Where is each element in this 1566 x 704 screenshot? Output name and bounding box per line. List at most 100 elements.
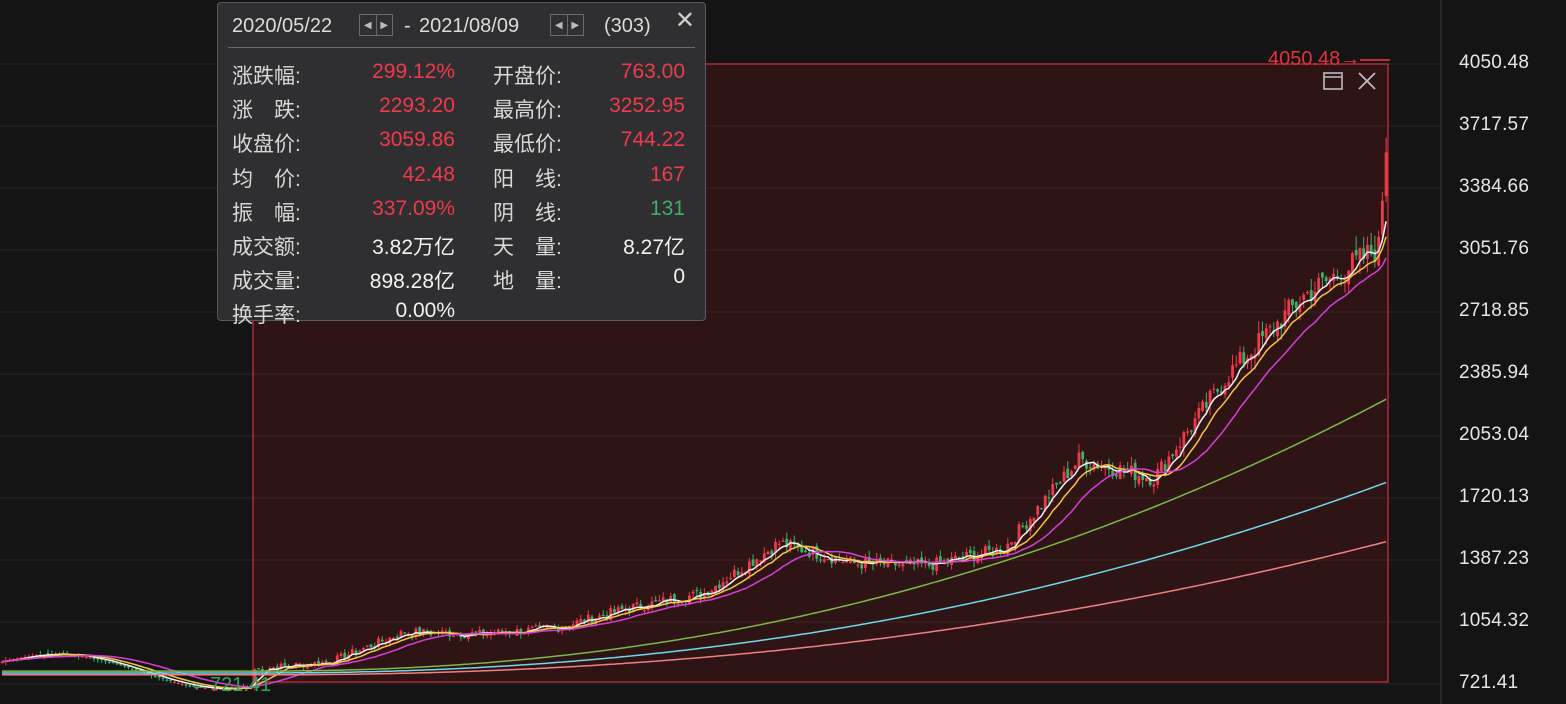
candle-body: [92, 657, 96, 660]
candle-body: [283, 662, 287, 666]
candle-body: [107, 661, 111, 664]
stat-value: 3.82万亿: [372, 236, 455, 259]
y-tick-label: 1387.23: [1459, 548, 1530, 569]
candle-body: [395, 636, 399, 639]
candle-body: [1354, 250, 1358, 256]
candle-body: [804, 550, 807, 553]
candle-body: [173, 681, 176, 684]
candle-body: [676, 603, 680, 605]
y-tick-label: 3384.66: [1459, 176, 1530, 197]
candle-body: [534, 625, 538, 627]
stat-row: 均 价: 42.48 阳 线: 167: [218, 163, 705, 193]
candle-body: [1152, 484, 1156, 487]
candle-body: [1261, 331, 1264, 337]
y-tick-label: 2718.85: [1459, 300, 1530, 321]
candle-body: [747, 561, 751, 575]
stat-row: 涨跌幅: 299.12% 开盘价: 763.00: [218, 60, 705, 90]
stat-label: 开盘价:: [493, 65, 562, 88]
stat-value: 0: [673, 265, 685, 289]
high-price-value: 4050.48: [1268, 48, 1341, 70]
candle-body: [781, 540, 785, 543]
candle-body: [362, 648, 365, 650]
stat-row: 振 幅: 337.09% 阴 线: 131: [218, 197, 705, 227]
stat-value: 42.48: [402, 162, 455, 186]
stat-label: 最低价:: [493, 133, 562, 157]
candle-body: [1156, 468, 1160, 485]
candle-body: [860, 564, 864, 569]
candle-body: [732, 569, 736, 577]
candle-body: [819, 559, 822, 561]
candle-body: [1040, 508, 1043, 510]
candle-body: [1182, 432, 1186, 448]
stat-row: 成交量: 898.28亿 地 量: 0: [218, 265, 705, 295]
candle-body: [478, 629, 482, 633]
stat-label: 成交量:: [232, 270, 301, 294]
candle-body: [88, 657, 92, 659]
candle-body: [115, 663, 119, 665]
candle-body: [598, 615, 601, 618]
candle-body: [1216, 389, 1219, 392]
arrow-right-icon[interactable]: ▶: [566, 15, 584, 35]
candle-body: [180, 683, 184, 685]
candle-body: [1036, 506, 1040, 515]
candle-body: [96, 658, 100, 660]
candle-body: [654, 600, 658, 602]
candle-body: [691, 591, 695, 594]
candle-body: [1321, 272, 1324, 278]
candle-body: [1287, 300, 1291, 316]
end-date-stepper[interactable]: ◀ ▶: [550, 14, 584, 36]
stat-value: 299.12%: [372, 60, 455, 83]
candle-body: [658, 600, 661, 602]
candle-body: [1081, 451, 1085, 460]
stat-label: 天 量:: [493, 236, 562, 259]
candle-body: [601, 614, 605, 616]
window-restore-icon[interactable]: [1322, 70, 1344, 96]
candle-body: [822, 559, 826, 562]
candle-body: [1324, 277, 1328, 281]
high-price-marker: 4050.48→: [1268, 48, 1360, 71]
y-tick-label: 721.41: [1459, 672, 1519, 693]
candle-body: [616, 607, 620, 612]
stat-label: 涨跌幅:: [232, 65, 301, 88]
candle-body: [1384, 152, 1388, 196]
candle-body: [111, 662, 115, 664]
bar-count: (303): [604, 15, 651, 37]
candle-body: [1085, 460, 1088, 469]
candle-body: [1047, 497, 1051, 499]
start-date-stepper[interactable]: ◀ ▶: [359, 14, 393, 36]
candle-body: [1077, 452, 1081, 468]
divider: [228, 47, 695, 48]
candle-body: [1291, 299, 1294, 306]
candle-body: [1010, 542, 1013, 545]
stat-value: 8.27亿: [623, 236, 685, 259]
candle-body: [897, 564, 901, 566]
candle-body: [130, 668, 134, 670]
arrow-left-icon[interactable]: ◀: [360, 15, 376, 35]
stat-value: 2293.20: [379, 94, 455, 118]
candle-body: [380, 639, 384, 642]
candle-body: [777, 543, 781, 545]
candle-body: [1174, 449, 1178, 457]
start-date: 2020/05/22: [232, 15, 333, 37]
candle-body: [927, 563, 931, 567]
close-icon[interactable]: ✕: [675, 9, 695, 33]
candle-body: [1189, 430, 1193, 432]
candle-body: [452, 635, 455, 638]
arrow-right-icon: →: [1340, 48, 1361, 70]
stat-row: 涨 跌: 2293.20 最高价: 3252.95: [218, 94, 705, 124]
candle-body: [1115, 474, 1118, 477]
candle-body: [1171, 454, 1175, 457]
candle-body: [1137, 475, 1141, 484]
candle-body: [856, 564, 860, 566]
arrow-right-icon[interactable]: ▶: [375, 15, 393, 35]
y-tick-label: 3717.57: [1459, 114, 1530, 135]
stat-label: 地 量:: [493, 270, 562, 294]
y-tick-label: 2053.04: [1459, 424, 1530, 445]
candle-body: [1144, 478, 1148, 482]
stat-label: 涨 跌:: [232, 99, 301, 123]
candle-body: [403, 632, 407, 634]
candle-body: [1380, 200, 1384, 235]
close-selection-icon[interactable]: [1356, 70, 1378, 96]
arrow-left-icon[interactable]: ◀: [551, 15, 567, 35]
candle-body: [176, 682, 180, 685]
